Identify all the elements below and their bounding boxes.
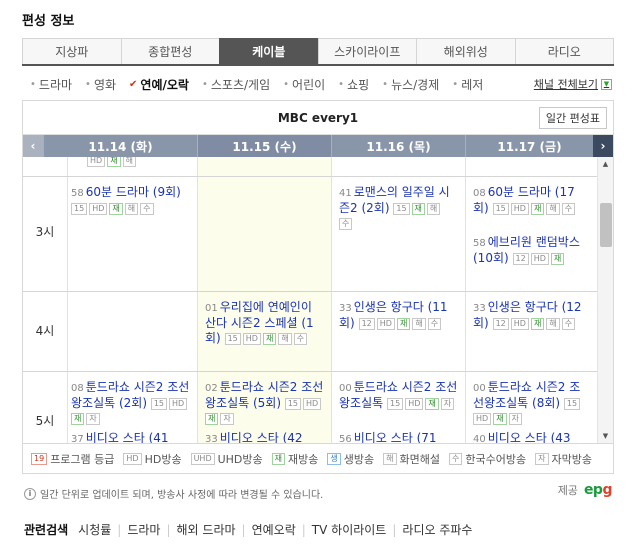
date-header: 11.17 (금) (465, 135, 593, 157)
date-bar: ‹ 11.14 (화) 11.15 (수) 11.16 (목) 11.17 (금… (23, 135, 613, 157)
date-header-today: 11.15 (수) (197, 135, 331, 157)
tab-general[interactable]: 종합편성 (120, 38, 219, 64)
legend-item: 19 프로그램 등급 (31, 451, 114, 467)
bullet-icon: • (338, 79, 345, 90)
scroll-down-icon[interactable]: ▼ (598, 429, 613, 443)
tab-overseas[interactable]: 해외위성 (416, 38, 515, 64)
separator: | (301, 522, 306, 537)
related-link[interactable]: 드라마 (127, 521, 160, 538)
date-header: 11.14 (화) (43, 135, 197, 157)
related-link[interactable]: 시청률 (78, 521, 111, 538)
legend-item: 생 생방송 (327, 451, 374, 467)
separator: | (392, 522, 397, 537)
program-item[interactable]: 01 우리집에 연예인이 산다 시즌2 스페셜 (1회) 15 HD 재 해 수 (205, 300, 321, 346)
related-link[interactable]: TV 하이라이트 (312, 521, 387, 538)
tab-radio[interactable]: 라디오 (514, 38, 614, 64)
program-item[interactable]: 37 비디오 스타 (41 (71, 431, 191, 443)
hour-label: 3시 (35, 225, 55, 239)
program-item[interactable]: 40 비디오 스타 (43 (473, 431, 589, 443)
epg-logo[interactable]: epg (584, 482, 613, 498)
channel-name: MBC every1 (277, 111, 359, 125)
scrollbar[interactable]: ▲ ▼ (597, 157, 613, 443)
program-badges: HD 재 해 (87, 157, 138, 168)
program-item[interactable]: 08 60분 드라마 (17회) 15 HD 재 해 수 (473, 185, 583, 216)
program-item[interactable]: 58 에브리원 랜덤박스 (10회) 12 HD 재 (473, 235, 585, 266)
program-item[interactable]: 00 툰드라쇼 시즌2 조선왕조실톡 15 HD 재 자 (339, 380, 459, 411)
data-provider: 제공 epg (557, 482, 613, 498)
category-drama[interactable]: • 드라마 (30, 76, 72, 93)
tab-skylife[interactable]: 스카이라이프 (317, 38, 416, 64)
bullet-icon: • (283, 79, 290, 90)
daily-schedule-button[interactable]: 일간 편성표 (538, 107, 607, 129)
program-item[interactable]: 33 인생은 항구다 (12회) 12 HD 재 해 수 (473, 300, 585, 331)
program-item[interactable]: 41 로맨스의 일주일 시즌2 (2회) 15 재 해수 (339, 185, 457, 231)
related-search: 관련검색 시청률 | 드라마 | 해외 드라마 | 연예오락 | TV 하이라이… (24, 521, 473, 538)
hour-divider (23, 176, 597, 177)
program-item[interactable]: 56 비디오 스타 (71 (339, 431, 459, 443)
all-channels-link[interactable]: 채널 전체보기 ▼ (534, 76, 612, 92)
schedule-header: MBC every1 일간 편성표 (23, 101, 613, 135)
category-news[interactable]: • 뉴스/경제 (382, 76, 439, 93)
bullet-icon: • (85, 79, 91, 90)
schedule-grid: HD 재 해 3시 4시 5시 58 60분 드라마 (9회) 15 HD 재 해 수 41 로… (23, 157, 597, 443)
date-header: 11.16 (목) (331, 135, 465, 157)
program-item[interactable]: 02 툰드라쇼 시즌2 조선왕조실톡 (5회) 15 HD재 자 (205, 380, 325, 426)
separator: | (166, 522, 171, 537)
hour-divider (23, 371, 597, 372)
legend-item: 자 자막방송 (535, 451, 592, 467)
main-tabs: 지상파 종합편성 케이블 스카이라이프 해외위성 라디오 (22, 38, 614, 66)
related-link[interactable]: 라디오 주파수 (402, 521, 472, 538)
legend-item: HD HD방송 (123, 451, 182, 467)
update-notice: i 일간 단위로 업데이트 되며, 방송사 사정에 따라 변경될 수 있습니다. (24, 486, 323, 501)
hour-label: 5시 (35, 414, 55, 428)
bullet-icon: • (201, 79, 208, 90)
category-nav: • 드라마 • 영화 ✔ 연예/오락 • 스포츠/게임 • 어린이 • 쇼핑 • 뉴스/경제 … (30, 76, 496, 93)
scroll-thumb[interactable] (600, 203, 612, 247)
category-movie[interactable]: • 영화 (85, 76, 116, 93)
category-entertainment[interactable]: ✔ 연예/오락 (129, 76, 189, 93)
bullet-icon: • (382, 79, 389, 90)
hour-label: 4시 (35, 324, 55, 338)
chevron-left-icon[interactable]: ‹ (23, 135, 43, 157)
scroll-up-icon[interactable]: ▲ (598, 157, 613, 171)
legend-item: 수 한국수어방송 (449, 451, 526, 467)
bullet-icon: • (452, 79, 459, 90)
chevron-right-icon[interactable]: › (593, 135, 613, 157)
related-link[interactable]: 연예오락 (252, 521, 296, 538)
info-icon: i (24, 487, 36, 500)
separator: | (241, 522, 246, 537)
separator: | (117, 522, 122, 537)
hour-divider (23, 291, 597, 292)
page-title: 편성 정보 (22, 14, 75, 29)
schedule-table: MBC every1 일간 편성표 ‹ 11.14 (화) 11.15 (수) … (22, 100, 614, 444)
related-link[interactable]: 해외 드라마 (177, 521, 236, 538)
tab-cable[interactable]: 케이블 (219, 38, 318, 64)
legend-item: UHD UHD방송 (190, 451, 263, 467)
category-sports[interactable]: • 스포츠/게임 (202, 76, 270, 93)
legend: 19 프로그램 등급 HD HD방송 UHD UHD방송 재 재방송 생 생방송 해 화면해… (22, 444, 614, 474)
program-item[interactable]: 33 비디오 스타 (42 (205, 431, 325, 443)
program-item[interactable]: 33 인생은 항구다 (11회) 12 HD 재 해 수 (339, 300, 457, 331)
legend-item: 해 화면해설 (383, 451, 440, 467)
category-shopping[interactable]: • 쇼핑 (338, 76, 369, 93)
tab-terrestrial[interactable]: 지상파 (22, 38, 121, 64)
program-item[interactable]: 58 60분 드라마 (9회) 15 HD 재 해 수 (71, 185, 181, 216)
legend-item: 재 재방송 (271, 451, 318, 467)
checkmark-icon: ✔ (129, 79, 138, 90)
category-leisure[interactable]: • 레저 (452, 76, 483, 93)
category-kids[interactable]: • 어린이 (283, 76, 325, 93)
bullet-icon: • (30, 79, 36, 90)
chevron-down-icon: ▼ (601, 78, 612, 90)
program-item[interactable]: 00 툰드라쇼 시즌2 조선왕조실톡 (8회) 15HD 재 자 (473, 380, 589, 426)
program-item[interactable]: 08 툰드라쇼 시즌2 조선왕조실톡 (2회) 15 HD재 자 (71, 380, 191, 426)
